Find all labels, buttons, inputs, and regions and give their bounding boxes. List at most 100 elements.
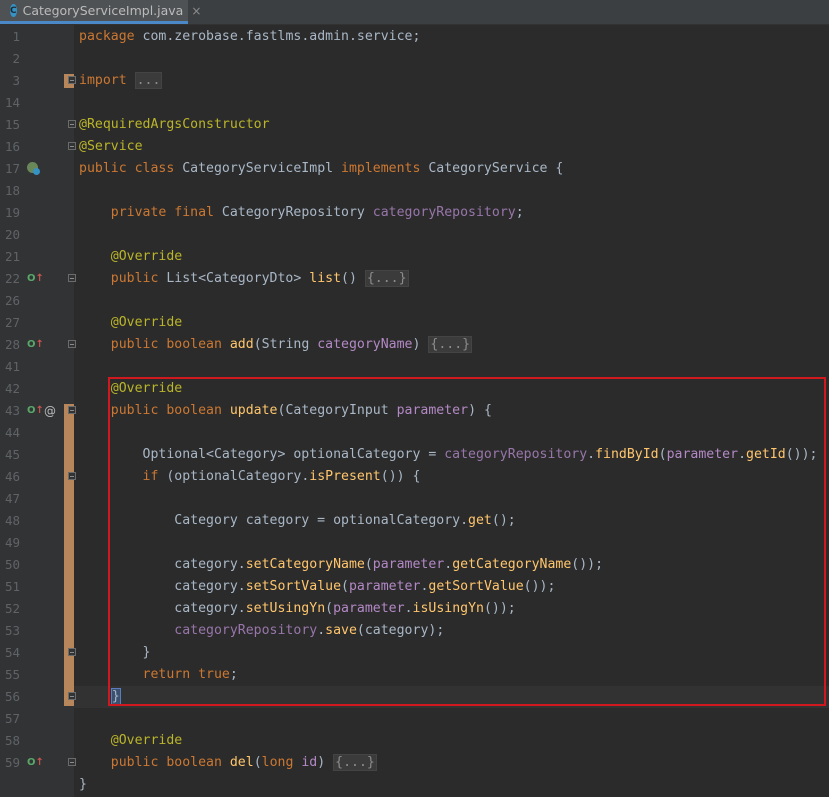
code-text: private final CategoryRepository categor…	[79, 202, 524, 224]
code-token: CategoryServiceImpl	[182, 161, 342, 176]
line-number: 55	[4, 667, 20, 682]
line-number: 57	[4, 711, 20, 726]
code-line[interactable]: 21 @Override	[0, 246, 829, 268]
code-token[interactable]: {...}	[333, 754, 377, 771]
code-token: public boolean	[110, 755, 230, 770]
code-line[interactable]: 28 O↑ public boolean add(String categoryN…	[0, 334, 829, 356]
line-number: 17	[4, 161, 20, 176]
line-number: 27	[4, 315, 20, 330]
code-token: (String	[253, 337, 318, 352]
code-token[interactable]: ...	[134, 72, 163, 89]
code-line[interactable]: 19 private final CategoryRepository cate…	[0, 202, 829, 224]
fold-toggle-icon[interactable]	[68, 340, 76, 348]
fold-toggle-icon[interactable]	[68, 692, 76, 700]
code-text: import ...	[79, 70, 163, 92]
code-line[interactable]: 41	[0, 356, 829, 378]
code-token: @Override	[110, 733, 183, 748]
code-line[interactable]: 59 O↑ public boolean del(long id) {...}	[0, 752, 829, 774]
code-token: public boolean	[110, 337, 230, 352]
line-number: 2	[12, 51, 20, 66]
line-number: 14	[4, 95, 20, 110]
line-number: 22	[4, 271, 20, 286]
code-token: @Override	[110, 315, 183, 330]
code-text: public boolean del(long id) {...}	[79, 752, 377, 774]
line-number: 28	[4, 337, 20, 352]
implements-method-icon[interactable]: O↑	[27, 273, 44, 285]
code-token[interactable]: {...}	[428, 336, 473, 353]
fold-toggle-icon[interactable]	[68, 142, 76, 150]
line-number: 47	[4, 491, 20, 506]
code-text: @Override	[79, 312, 182, 334]
code-line[interactable]: 58 @Override	[0, 730, 829, 752]
code-token: public class	[79, 161, 183, 176]
code-text: package com.zerobase.fastlms.admin.servi…	[79, 26, 420, 48]
code-token: (	[253, 755, 262, 770]
code-line[interactable]: 57	[0, 708, 829, 730]
line-number: 43	[4, 403, 20, 418]
close-tab-icon[interactable]: ×	[191, 4, 201, 18]
line-number: 58	[4, 733, 20, 748]
code-line[interactable]: 1 package com.zerobase.fastlms.admin.serv…	[0, 26, 829, 48]
code-token: )	[412, 337, 429, 352]
line-number: 44	[4, 425, 20, 440]
implements-method-icon[interactable]: O↑	[27, 405, 44, 417]
line-number: 50	[4, 557, 20, 572]
code-line[interactable]: 17 public class CategoryServiceImpl imple…	[0, 158, 829, 180]
line-number: 41	[4, 359, 20, 374]
fold-toggle-icon[interactable]	[68, 472, 76, 480]
code-token: com.zerobase.fastlms.admin.service;	[142, 29, 421, 44]
line-number: 26	[4, 293, 20, 308]
code-line[interactable]: 27 @Override	[0, 312, 829, 334]
code-token: id	[301, 755, 318, 770]
code-line[interactable]: }	[0, 774, 829, 796]
code-text: @Service	[79, 136, 143, 158]
code-token: public	[110, 271, 167, 286]
spring-bean-icon[interactable]	[27, 162, 40, 175]
highlight-annotation-box	[108, 377, 826, 706]
fold-toggle-icon[interactable]	[68, 120, 76, 128]
code-line[interactable]: 15 @RequiredArgsConstructor	[0, 114, 829, 136]
code-token: )	[317, 755, 334, 770]
line-number: 19	[4, 205, 20, 220]
annotation-gutter-icon[interactable]: @	[44, 400, 56, 422]
code-token: list	[309, 271, 342, 286]
line-number: 42	[4, 381, 20, 396]
line-number: 49	[4, 535, 20, 550]
code-token[interactable]: {...}	[364, 270, 409, 287]
code-line[interactable]: 20	[0, 224, 829, 246]
code-line[interactable]: 22 O↑ public List<CategoryDto> list() {..…	[0, 268, 829, 290]
code-line[interactable]: 18	[0, 180, 829, 202]
line-number: 59	[4, 755, 20, 770]
line-number: 15	[4, 117, 20, 132]
line-number: 3	[12, 73, 20, 88]
fold-toggle-icon[interactable]	[68, 758, 76, 766]
code-token: long	[261, 755, 302, 770]
fold-toggle-icon[interactable]	[68, 648, 76, 656]
fold-toggle-icon[interactable]	[68, 274, 76, 282]
code-line[interactable]: 26	[0, 290, 829, 312]
code-token: CategoryService {	[428, 161, 564, 176]
code-token: del	[229, 755, 254, 770]
code-line[interactable]: 16 @Service	[0, 136, 829, 158]
code-token: import	[79, 73, 135, 88]
implements-method-icon[interactable]: O↑	[27, 757, 44, 769]
code-token: add	[229, 337, 254, 352]
implements-method-icon[interactable]: O↑	[27, 339, 44, 351]
java-class-icon: C	[10, 4, 17, 17]
fold-toggle-icon[interactable]	[68, 76, 76, 84]
line-number: 53	[4, 623, 20, 638]
fold-toggle-icon[interactable]	[68, 406, 76, 414]
code-line[interactable]: 2	[0, 48, 829, 70]
code-line[interactable]: 14	[0, 92, 829, 114]
file-tab[interactable]: C CategoryServiceImpl.java ×	[0, 0, 201, 24]
line-number: 16	[4, 139, 20, 154]
code-line[interactable]: 3 import ...	[0, 70, 829, 92]
